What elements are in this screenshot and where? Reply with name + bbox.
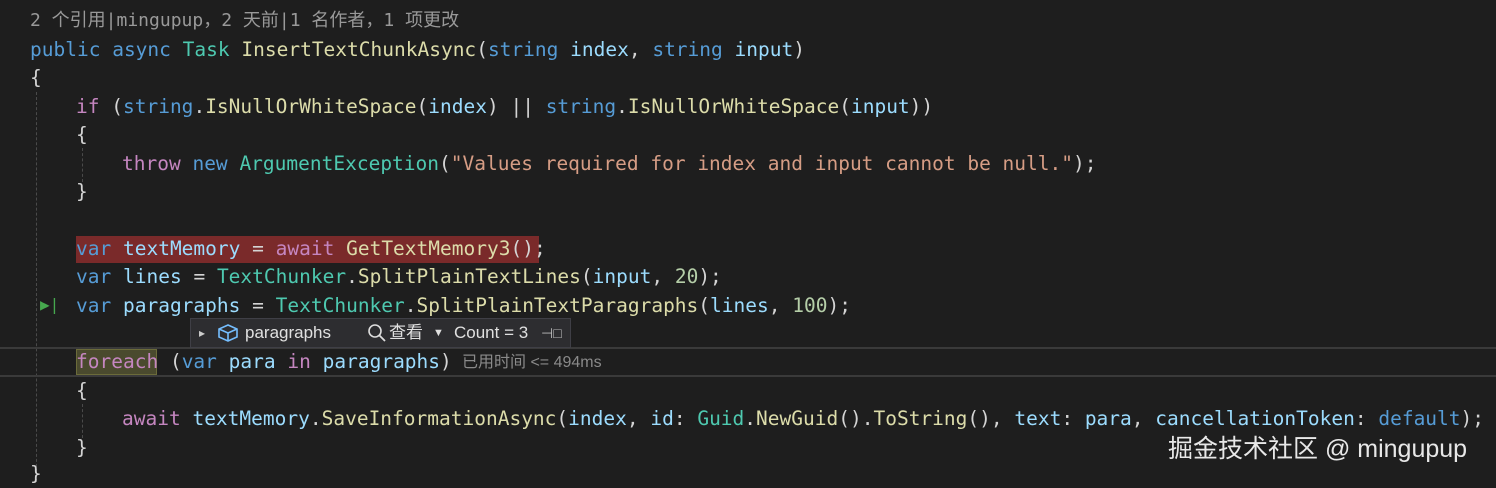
chevron-down-icon[interactable]: ▼ [433,319,444,347]
code-line-foreach-close-brace[interactable]: } [76,434,88,462]
watermark: 掘金技术社区 @ mingupup [1168,435,1468,463]
datatip-variable-name: paragraphs [245,323,332,342]
view-button-label[interactable]: 查看 [389,319,423,347]
code-line-if[interactable]: if (string.IsNullOrWhiteSpace(index) || … [76,93,933,121]
perf-tip-elapsed[interactable]: 已用时间 <= 494ms [462,352,602,374]
debugger-datatip[interactable]: ▸ paragraphs 查看 ▼ Count = 3 ⊣□ [190,318,571,348]
indent-guide [36,92,37,482]
code-line-if-open-brace[interactable]: { [76,121,88,149]
code-line-save[interactable]: await textMemory.SaveInformationAsync(in… [122,405,1484,433]
code-line-close-brace[interactable]: } [30,460,42,488]
run-to-click-icon[interactable]: ▶| [40,295,59,315]
code-line-text-memory[interactable]: var textMemory = await GetTextMemory3(); [76,235,546,263]
datatip-value: Count = 3 [454,323,529,342]
code-line-throw[interactable]: throw new ArgumentException("Values requ… [122,150,1097,178]
expand-arrow-icon[interactable]: ▸ [199,319,205,347]
code-line-foreach[interactable]: foreach (var para in paragraphs) [76,348,452,376]
code-line-foreach-open-brace[interactable]: { [76,377,88,405]
indent-guide [82,148,83,182]
code-line-paragraphs[interactable]: var paragraphs = TextChunker.SplitPlainT… [76,292,851,320]
indent-guide [82,404,83,438]
code-line-signature[interactable]: public async Task InsertTextChunkAsync(s… [30,36,805,64]
codelens[interactable]: 2 个引用|mingupup，2 天前|1 名作者，1 项更改 [30,8,459,34]
code-line-lines[interactable]: var lines = TextChunker.SplitPlainTextLi… [76,263,722,291]
code-line-if-close-brace[interactable]: } [76,178,88,206]
pin-icon[interactable]: ⊣□ [541,319,562,347]
code-line-open-brace[interactable]: { [30,64,42,92]
